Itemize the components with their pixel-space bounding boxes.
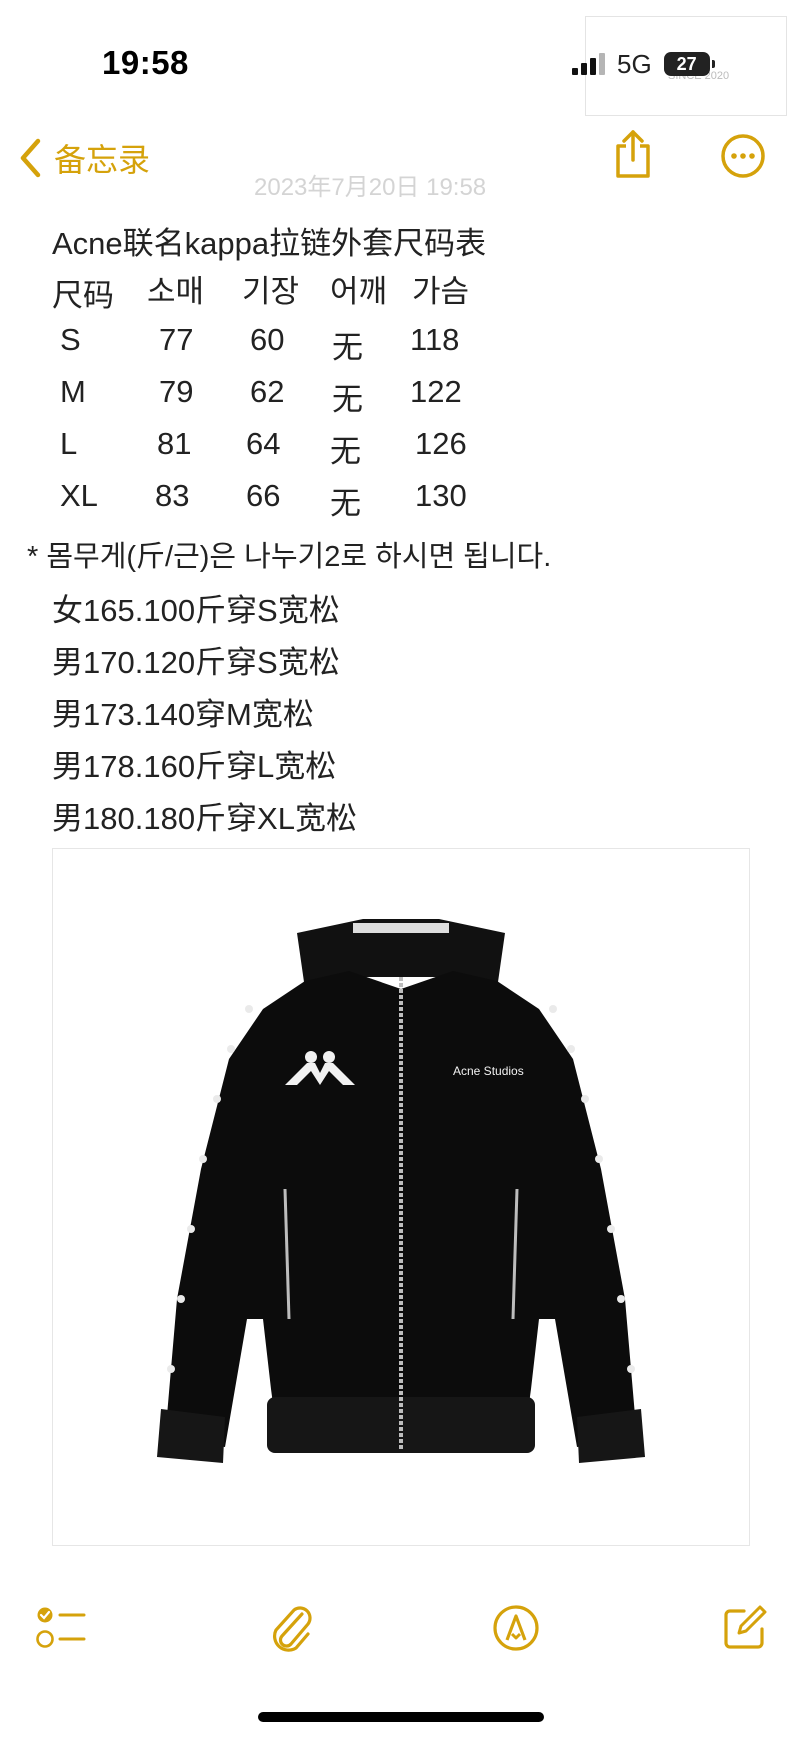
fit-line: 男178.160斤穿L宽松 — [52, 749, 337, 784]
fit-line: 男170.120斤穿S宽松 — [52, 645, 340, 680]
attachment-icon[interactable] — [268, 1602, 314, 1654]
note-date: 2023年7月20日 19:58 — [254, 174, 487, 201]
size-cell: 118 — [410, 322, 460, 357]
size-cell: 81 — [157, 426, 192, 461]
size-table-header: 소매 — [147, 274, 205, 309]
fit-line: 男173.140穿M宽松 — [52, 697, 314, 732]
jacket-brand-text: Acne Studios — [453, 1064, 524, 1078]
fit-line: 女165.100斤穿S宽松 — [52, 593, 340, 628]
network-label: 5G — [617, 48, 652, 79]
back-label: 备忘录 — [54, 142, 151, 178]
size-cell: XL — [60, 478, 98, 513]
size-cell: 60 — [250, 322, 285, 357]
size-cell: L — [60, 426, 78, 461]
size-table-header: 가슴 — [412, 274, 470, 309]
share-icon[interactable] — [612, 128, 654, 180]
weight-note: * 몸무게(斤/근)은 나누기2로 하시면 됩니다. — [27, 541, 552, 573]
size-cell: 无 — [330, 434, 361, 469]
size-cell: 64 — [246, 426, 281, 461]
size-cell: 79 — [159, 374, 194, 409]
status-indicators: 5G 27 — [572, 44, 715, 84]
note-title[interactable]: Acne联名kappa拉链外套尺码表 — [52, 218, 486, 263]
product-photo[interactable]: Acne Studios — [52, 848, 750, 1546]
markup-icon[interactable] — [492, 1604, 540, 1652]
battery-icon: 27 — [663, 52, 715, 76]
size-cell: 无 — [332, 330, 363, 365]
size-cell: M — [60, 374, 86, 409]
more-icon[interactable] — [720, 133, 766, 179]
size-cell: 83 — [155, 478, 190, 513]
size-table-header: 기장 — [242, 274, 300, 309]
chevron-left-icon — [20, 138, 41, 178]
size-cell: 126 — [415, 426, 467, 461]
fit-line: 男180.180斤穿XL宽松 — [52, 801, 357, 836]
signal-icon — [572, 53, 605, 75]
size-cell: 无 — [330, 486, 361, 521]
size-table-header: 어깨 — [330, 274, 388, 309]
size-cell: 122 — [410, 374, 462, 409]
back-button[interactable]: 备忘录 — [18, 135, 150, 181]
size-cell: 62 — [250, 374, 285, 409]
jacket-image: Acne Studios — [157, 919, 645, 1463]
size-cell: 66 — [246, 478, 281, 513]
home-indicator[interactable] — [258, 1712, 544, 1722]
size-cell: 130 — [415, 478, 467, 513]
status-time: 19:58 — [102, 44, 189, 81]
size-cell: S — [60, 322, 81, 357]
size-table-header: 尺码 — [52, 278, 114, 313]
checklist-icon[interactable] — [36, 1603, 86, 1651]
compose-icon[interactable] — [722, 1603, 768, 1651]
battery-level: 27 — [676, 53, 697, 74]
size-cell: 77 — [159, 322, 194, 357]
size-cell: 无 — [332, 382, 363, 417]
